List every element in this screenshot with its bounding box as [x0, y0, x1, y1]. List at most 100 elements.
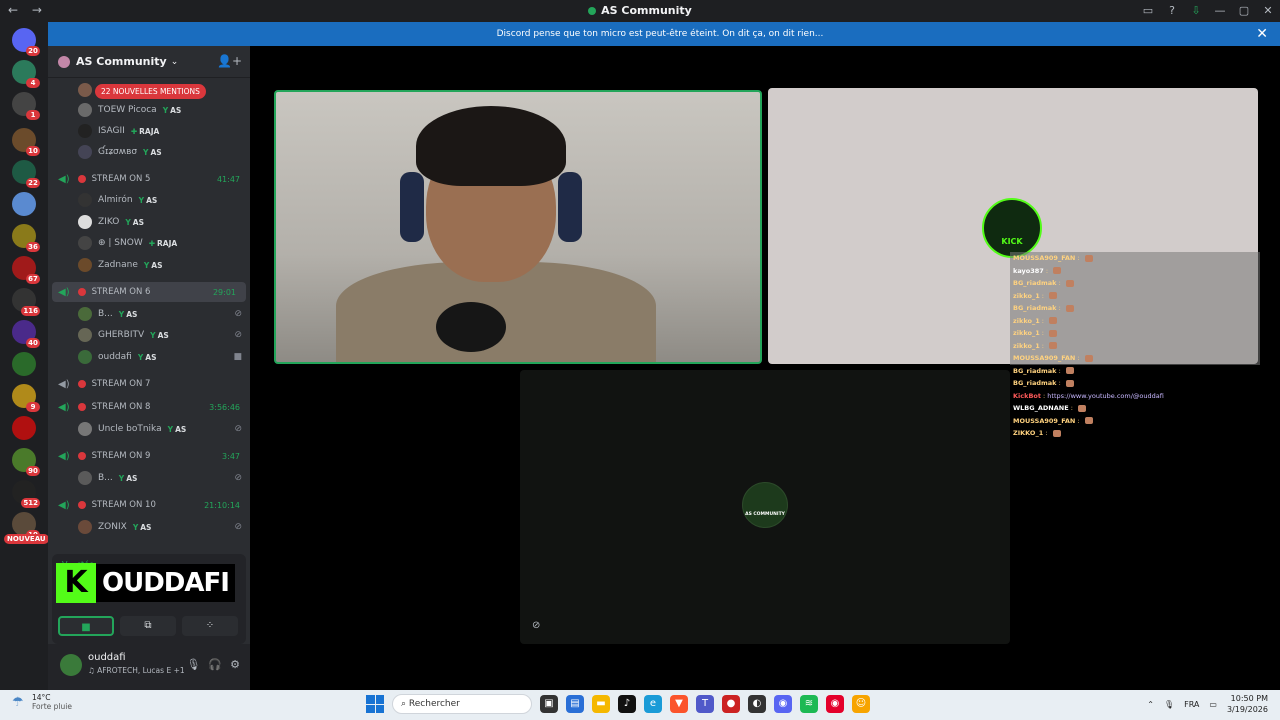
server-icon[interactable]: 512	[12, 480, 40, 508]
discord-taskbar-icon[interactable]: ◉	[774, 695, 792, 713]
voice-user[interactable]: Uncle boTnika Y AS ⊘	[48, 419, 250, 439]
server-icon[interactable]: 36	[12, 224, 40, 252]
user-role-tag: ✚ RAJA	[131, 127, 159, 136]
server-icon[interactable]: 10	[12, 128, 40, 156]
voice-user[interactable]: Almirón Y AS	[48, 190, 250, 210]
teams-icon[interactable]: T	[696, 695, 714, 713]
voice-user-name: ZIKO	[98, 217, 120, 227]
camera-button[interactable]: ■	[58, 616, 114, 636]
new-servers-badge[interactable]: NOUVEAU	[4, 534, 49, 544]
windows-start-icon[interactable]	[366, 695, 384, 713]
obs-icon[interactable]: ●	[722, 695, 740, 713]
voice-channel[interactable]: ◀) STREAM ON 7	[48, 374, 250, 394]
tiktok-icon[interactable]: ♪	[618, 695, 636, 713]
role-tag-text: RAJA	[157, 238, 178, 248]
user-tile[interactable]: AS COMMUNITY ⊘	[520, 370, 1010, 644]
activities-button[interactable]: ⁘	[182, 616, 238, 636]
role-icon: Y	[150, 330, 156, 340]
voice-user[interactable]: ISAGII ✚ RAJA	[48, 121, 250, 141]
voice-channel[interactable]: ◀) STREAM ON 5 41:47	[48, 169, 250, 189]
user-controls: 🎙 🎧 ⚙	[186, 658, 240, 671]
server-icon[interactable]: 10	[12, 512, 40, 540]
banner-close-icon[interactable]: ✕	[1256, 22, 1268, 46]
server-icon[interactable]: 116	[12, 288, 40, 316]
avatar	[78, 215, 92, 229]
voice-channel[interactable]: ◀) STREAM ON 6 29:01	[52, 282, 246, 302]
server-icon[interactable]: 22	[12, 160, 40, 188]
user-role-tag: Y AS	[143, 148, 162, 157]
role-icon: Y	[162, 105, 169, 115]
server-icon[interactable]: 90	[12, 448, 40, 476]
chat-separator: :	[1039, 329, 1047, 337]
maximize-button[interactable]: ▢	[1232, 0, 1256, 22]
clock[interactable]: 10:50 PM 3/19/2026	[1227, 693, 1268, 715]
close-button[interactable]: ✕	[1256, 0, 1280, 22]
screen-share-icon[interactable]: ▭	[1136, 0, 1160, 22]
weather-widget[interactable]: ☂ 14°C Forte pluie	[12, 693, 72, 711]
voice-user[interactable]: ⊕ | SNOW ✚ RAJA	[48, 233, 250, 253]
voice-channel[interactable]: ◀) STREAM ON 10 21:10:14	[48, 495, 250, 515]
voice-user[interactable]: TOEW Picoca Y AS	[48, 100, 250, 120]
microphone-icon[interactable]: 🎙	[186, 658, 200, 671]
headphones-icon[interactable]: 🎧	[208, 658, 222, 671]
avatar	[78, 236, 92, 250]
app-yellow-icon[interactable]: ☺	[852, 695, 870, 713]
app-icon[interactable]: ◐	[748, 695, 766, 713]
edge-icon[interactable]: e	[644, 695, 662, 713]
new-mentions-pill[interactable]: 22 NOUVELLES MENTIONS	[95, 84, 206, 99]
role-tag-text: AS	[126, 309, 138, 319]
language[interactable]: FRA	[1184, 700, 1199, 709]
download-icon[interactable]: ⇩	[1184, 0, 1208, 22]
voice-channel[interactable]: ◀) STREAM ON 8 3:56:46	[48, 397, 250, 417]
server-header[interactable]: AS Community ⌄ 👤+	[48, 46, 250, 78]
speaker-icon: ◀)	[58, 173, 70, 185]
avatar	[78, 307, 92, 321]
voice-user[interactable]: Zadnane Y AS	[48, 255, 250, 275]
chevron-up-icon[interactable]: ⌃	[1147, 700, 1154, 709]
voice-user[interactable]: B... Y AS ⊘	[48, 304, 250, 324]
taskbar-search[interactable]: ⌕ Rechercher	[392, 694, 532, 714]
brave-icon[interactable]: ▼	[670, 695, 688, 713]
server-icon[interactable]	[12, 416, 36, 440]
spotify-icon[interactable]: ≋	[800, 695, 818, 713]
voice-user[interactable]: B... Y AS ⊘	[48, 468, 250, 488]
gear-icon[interactable]: ⚙	[230, 658, 240, 671]
folder-icon[interactable]: ▬	[592, 695, 610, 713]
server-icon[interactable]: 1	[12, 92, 40, 120]
role-icon: ✚	[130, 126, 138, 136]
voice-user[interactable]: Ɠɪʑσʍʙσ Y AS	[48, 142, 250, 162]
voice-timer: 21:10:14	[204, 500, 240, 510]
voice-user[interactable]: ouddafi Y AS ■	[48, 347, 250, 367]
invite-people-icon[interactable]: 👤+	[217, 54, 242, 68]
voice-user[interactable]: ZIKO Y AS	[48, 212, 250, 232]
avatar[interactable]	[60, 654, 82, 676]
voice-user[interactable]: ZONIX Y AS ⊘	[48, 517, 250, 537]
share-screen-button[interactable]: ⧉	[120, 616, 176, 636]
app-red-icon[interactable]: ◉	[826, 695, 844, 713]
server-icon[interactable]	[12, 352, 36, 376]
server-shield-icon	[58, 55, 70, 68]
rain-icon: ☂	[12, 695, 24, 710]
help-icon[interactable]: ?	[1160, 0, 1184, 22]
voice-channel[interactable]: ◀) STREAM ON 9 3:47	[48, 446, 250, 466]
minimize-button[interactable]: —	[1208, 0, 1232, 22]
server-icon[interactable]	[12, 192, 36, 216]
server-icon[interactable]: 40	[12, 320, 40, 348]
weather-desc: Forte pluie	[32, 702, 72, 711]
avatar	[78, 103, 92, 117]
webcam-tile[interactable]	[274, 90, 762, 364]
server-icon[interactable]: 9	[12, 384, 40, 412]
task-view-icon[interactable]: ▣	[540, 695, 558, 713]
store-icon[interactable]: ▤	[566, 695, 584, 713]
voice-user-name: B...	[98, 473, 113, 483]
emote-icon	[1077, 404, 1086, 412]
chat-username: ZIKKO_1	[1013, 429, 1044, 437]
voice-user-name: B...	[98, 309, 113, 319]
server-icon[interactable]: 67	[12, 256, 40, 284]
mic-tray-icon[interactable]: 🎙	[1164, 700, 1174, 709]
server-icon[interactable]: 20	[12, 28, 40, 56]
network-icon[interactable]: ▭	[1209, 700, 1217, 709]
voice-user[interactable]: GHERBITV Y AS ⊘	[48, 325, 250, 345]
server-icon[interactable]: 4	[12, 60, 40, 88]
chat-message: WLBG_ADNANE :	[1010, 402, 1260, 415]
